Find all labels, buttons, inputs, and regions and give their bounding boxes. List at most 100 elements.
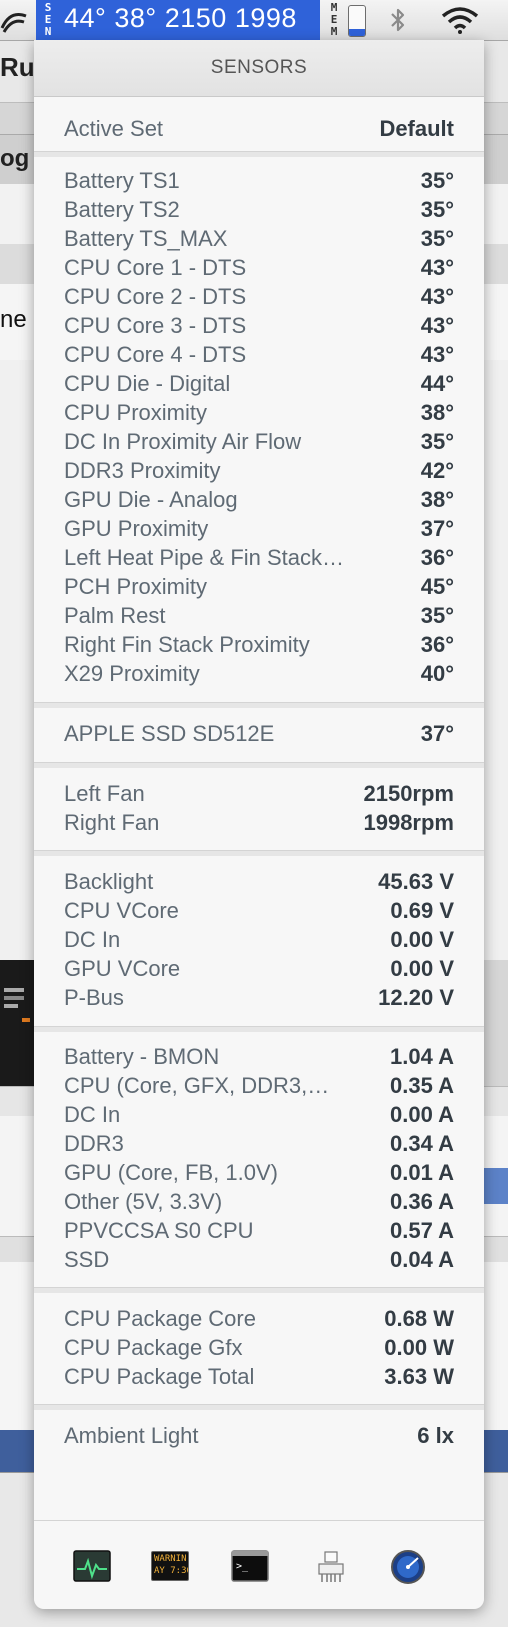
sensor-label: Battery TS1 [64,168,180,193]
sensor-value: 35° [420,603,454,628]
system-information-icon[interactable] [311,1549,351,1585]
terminal-icon[interactable]: >_ [231,1549,269,1585]
console-icon[interactable]: WARNIN AY 7:36 [151,1551,189,1581]
sensor-value: 0.34 A [389,1131,454,1156]
sensor-value: 0.00 V [390,956,454,981]
active-set-label: Active Set [64,116,164,141]
sensor-label: CPU VCore [64,898,179,923]
current-row[interactable]: PPVCCSA S0 CPU 0.57 A [64,1216,454,1246]
power-row[interactable]: CPU Package Gfx 0.00 W [64,1333,454,1363]
bluetooth-icon[interactable] [388,6,408,34]
sensor-value: 0.04 A [389,1247,454,1272]
fan-row[interactable]: Left Fan 2150rpm [64,779,454,809]
sensor-label: GPU (Core, FB, 1.0V) [64,1160,278,1185]
voltage-row[interactable]: CPU VCore 0.69 V [64,896,454,926]
temperature-row[interactable]: Battery TS1 35° [64,166,454,196]
temperature-row[interactable]: DC In Proximity Air Flow 35° [64,427,454,457]
temperature-row[interactable]: PCH Proximity 45° [64,572,454,602]
temperature-row[interactable]: Right Fin Stack Proximity 36° [64,630,454,660]
sensors-popover: SENSORS Active Set Default Battery TS1 35… [34,40,484,1609]
temperature-row[interactable]: CPU Core 4 - DTS 43° [64,340,454,370]
sensor-label: CPU Core 3 - DTS [64,313,247,338]
memory-tag-letter: MEM [330,1,338,38]
power-row[interactable]: CPU Package Total 3.63 W [64,1362,454,1392]
temperature-row[interactable]: DDR3 Proximity 42° [64,456,454,486]
disk-temperature-row[interactable]: APPLE SSD SD512E 37° [64,719,454,749]
background-text-fragment: ne [0,306,27,333]
current-row[interactable]: Battery - BMON 1.04 A [64,1042,454,1072]
temperature-row[interactable]: CPU Die - Digital 44° [64,369,454,399]
sensor-value: 1998rpm [363,810,454,835]
sensors-menu-extra[interactable]: SEN 44° 38° 2150 1998 [36,0,320,40]
sensor-value: 3.63 W [384,1364,454,1389]
temperature-row[interactable]: Left Heat Pipe & Fin Stack… 36° [64,543,454,573]
sensor-value: 0.68 W [384,1306,454,1331]
temperature-row[interactable]: GPU Die - Analog 38° [64,485,454,515]
current-row[interactable]: Other (5V, 3.3V) 0.36 A [64,1187,454,1217]
sensor-label: CPU Package Gfx [64,1335,243,1360]
activity-monitor-icon[interactable] [73,1549,111,1585]
sensor-value: 43° [420,284,454,309]
app-icon[interactable] [0,6,30,36]
sensor-value: 44° [420,371,454,396]
section-separator [34,1026,484,1032]
voltage-row[interactable]: DC In 0.00 V [64,925,454,955]
sensor-value: 1.04 A [389,1044,454,1069]
current-row[interactable]: DC In 0.00 A [64,1100,454,1130]
sensor-value: 38° [420,400,454,425]
sensor-label: Ambient Light [64,1423,199,1448]
sensor-label: Left Heat Pipe & Fin Stack… [64,545,345,570]
sensor-value: 45° [420,574,454,599]
sensor-label: Palm Rest [64,603,166,628]
sensor-label: DC In [64,927,121,952]
voltage-row[interactable]: Backlight 45.63 V [64,867,454,897]
sensor-label: CPU (Core, GFX, DDR3,… [64,1073,330,1098]
sensor-label: GPU Proximity [64,516,209,541]
wifi-icon[interactable] [440,6,480,34]
temperature-row[interactable]: CPU Core 1 - DTS 43° [64,253,454,283]
sensor-label: Battery - BMON [64,1044,220,1069]
reading-left-fan: 2150 [164,3,227,33]
sensor-value: 0.01 A [389,1160,454,1185]
popover-title: SENSORS [34,40,484,97]
voltage-row[interactable]: P-Bus 12.20 V [64,983,454,1013]
fan-row[interactable]: Right Fan 1998rpm [64,808,454,838]
temperature-row[interactable]: CPU Core 3 - DTS 43° [64,311,454,341]
reading-cpu-die: 44° [64,3,107,33]
temperature-row[interactable]: Palm Rest 35° [64,601,454,631]
current-row[interactable]: SSD 0.04 A [64,1245,454,1275]
background-text-fragment: Ru [0,52,35,82]
sensor-label: CPU Core 1 - DTS [64,255,247,280]
sensor-label: SSD [64,1247,110,1272]
sensor-value: 0.00 V [390,927,454,952]
sensor-tag: SEN [42,2,54,38]
sensor-value: 0.00 W [384,1335,454,1360]
sensor-label: GPU Die - Analog [64,487,238,512]
sensor-value: 0.36 A [389,1189,454,1214]
power-row[interactable]: CPU Package Core 0.68 W [64,1304,454,1334]
temperature-row[interactable]: CPU Core 2 - DTS 43° [64,282,454,312]
memory-tag[interactable]: MEM [328,2,340,38]
current-row[interactable]: DDR3 0.34 A [64,1129,454,1159]
network-utility-icon[interactable] [389,1549,427,1585]
sensor-label: PCH Proximity [64,574,208,599]
section-separator [34,151,484,157]
sensor-label: DC In Proximity Air Flow [64,429,302,454]
reading-right-fan: 1998 [234,3,297,33]
temperature-row[interactable]: Battery TS2 35° [64,195,454,225]
sensor-value: 43° [420,313,454,338]
active-set-value[interactable]: Default [379,114,454,144]
temperature-row[interactable]: Battery TS_MAX 35° [64,224,454,254]
section-separator [34,1287,484,1293]
light-row[interactable]: Ambient Light 6 lx [64,1421,454,1451]
popover-footer-toolbar: WARNIN AY 7:36 >_ [34,1520,484,1609]
memory-gauge[interactable] [348,5,366,37]
current-row[interactable]: GPU (Core, FB, 1.0V) 0.01 A [64,1158,454,1188]
current-row[interactable]: CPU (Core, GFX, DDR3,… 0.35 A [64,1071,454,1101]
temperature-row[interactable]: X29 Proximity 40° [64,659,454,689]
active-set-row[interactable]: Active Set Default [64,114,454,144]
temperature-row[interactable]: GPU Proximity 37° [64,514,454,544]
temperature-row[interactable]: CPU Proximity 38° [64,398,454,428]
sensor-label: Battery TS2 [64,197,180,222]
voltage-row[interactable]: GPU VCore 0.00 V [64,954,454,984]
